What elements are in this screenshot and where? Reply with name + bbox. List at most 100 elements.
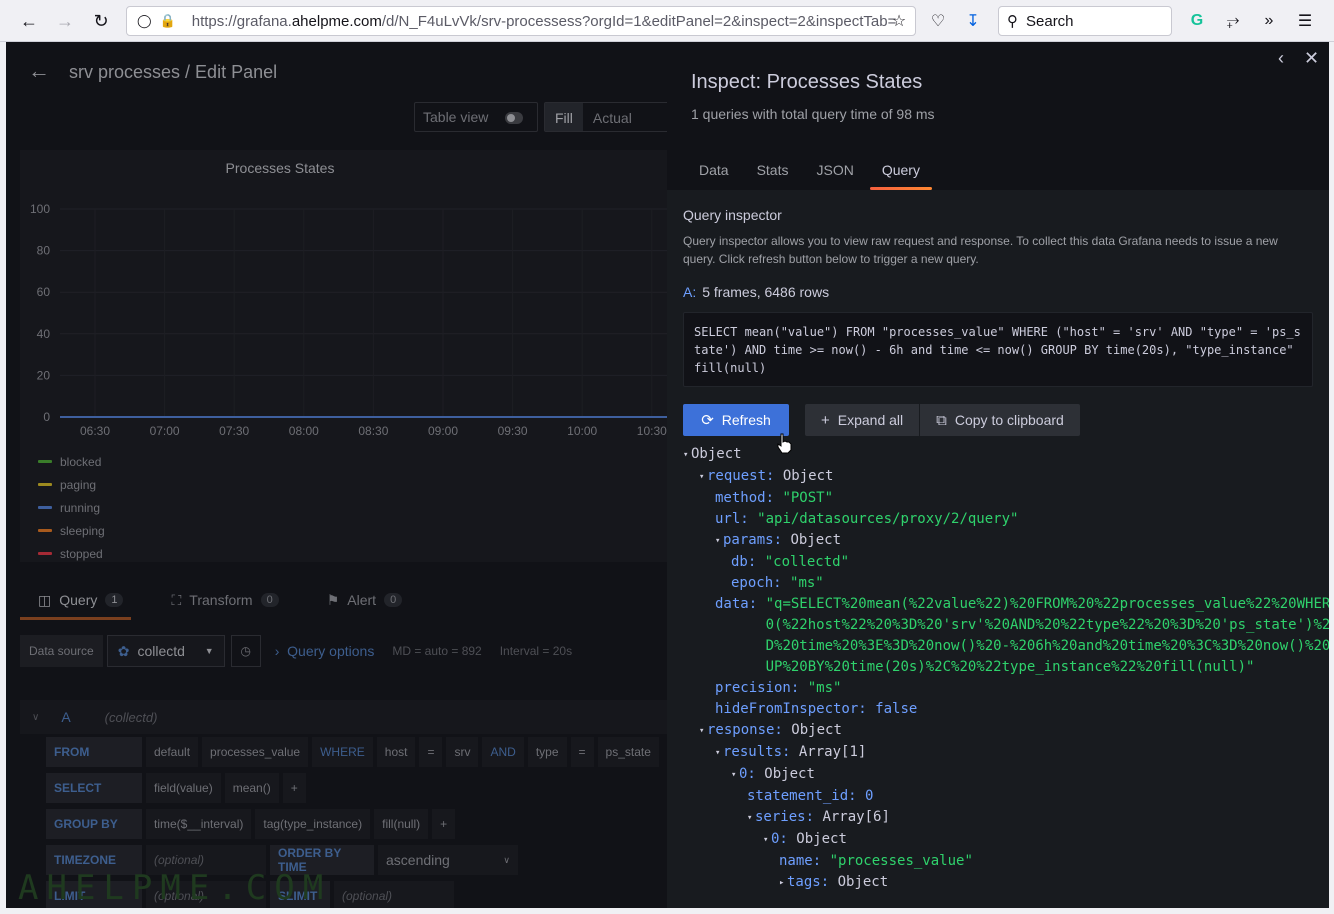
x-tick-label: 10:00 [567,424,597,438]
query-segment[interactable]: srv [446,737,479,767]
tree-node[interactable]: ▾ request: Object [683,466,1329,488]
shield-icon[interactable]: ◯ [137,13,152,29]
datasource-label: Data source [20,635,103,667]
query-segment[interactable]: type [527,737,567,767]
tab-transform[interactable]: ⛶ Transform 0 [153,582,282,618]
tab-query[interactable]: ◫ Query 1 [20,582,132,620]
chevron-left-icon[interactable]: ‹ [1278,48,1284,69]
tab-data[interactable]: Data [687,158,741,190]
copy-clipboard-button[interactable]: ⧉ Copy to clipboard [920,404,1080,436]
query-icon: ◫ [38,591,52,608]
tree-node[interactable]: ▾ results: Array[1] [683,742,1329,764]
legend-item[interactable]: sleeping [38,519,105,542]
legend-item[interactable]: paging [38,473,105,496]
pocket-icon[interactable]: ♡ [927,10,949,32]
tab-label: Alert [347,592,377,608]
query-segment[interactable]: processes_value [202,737,309,767]
tab-label: Transform [189,592,253,608]
datasource-row: Data source ✿ collectd ▼ ◷ › Query options… [20,634,572,668]
grammarly-icon[interactable]: G [1186,10,1208,32]
query-history-icon[interactable]: ◷ [230,635,261,667]
query-select-line: SELECT field(value) mean() + [46,772,306,804]
window-edge-right [1329,42,1334,914]
y-tick-label: 80 [37,244,51,258]
query-segment[interactable]: + [432,809,456,839]
browser-search-input[interactable]: ⚲ Search [998,6,1172,36]
query-segment[interactable]: time($__interval) [146,809,252,839]
query-segment[interactable]: = [570,737,594,767]
tab-query[interactable]: Query [869,158,933,190]
tab-stats[interactable]: Stats [745,158,801,190]
hamburger-menu-icon[interactable]: ☰ [1294,10,1316,32]
legend-item[interactable]: blocked [38,450,105,473]
query-letter: A [61,709,71,725]
fill-actual-switch[interactable]: Fill Actual [544,102,667,132]
query-options-button[interactable]: › Query options [275,643,375,659]
lock-icon[interactable]: 🔒 [160,13,176,29]
slimit-input[interactable]: (optional) [334,881,454,908]
back-arrow-icon[interactable]: ← [28,58,50,84]
url-bar[interactable]: ◯ 🔒 https://grafana.ahelpme.com/d/N_F4uL… [126,6,916,36]
query-segment[interactable]: fill(null) [374,809,429,839]
url-text[interactable]: https://grafana.ahelpme.com/d/N_F4uLvVk/… [192,13,897,30]
query-section-label: SELECT [46,773,142,803]
query-sql: SELECT mean("value") FROM "processes_val… [683,312,1313,387]
window-edge-bottom [0,908,1334,914]
tree-node[interactable]: ▾ series: Array[6] [683,807,1329,829]
overflow-chevron-icon[interactable]: » [1258,10,1280,32]
reload-icon[interactable]: ↻ [89,9,113,33]
x-tick-label: 09:30 [498,424,528,438]
tree-node: precision: "ms" [715,680,842,696]
toggle-switch[interactable] [505,112,523,124]
query-segment[interactable]: host [376,737,416,767]
query-section-label: FROM [46,737,142,767]
legend-label: stopped [60,546,103,561]
extension-icon[interactable]: ⥅ [1222,10,1244,32]
expand-all-button[interactable]: + Expand all [805,404,920,436]
tree-node: data: "q=SELECT%20mean(%22value%22)%20FR… [715,596,1329,675]
actual-button[interactable]: Actual [583,103,642,131]
copy-icon: ⧉ [936,411,947,429]
legend-item[interactable]: running [38,496,105,519]
query-segment[interactable]: tag(type_instance) [255,809,371,839]
datasource-select[interactable]: ✿ collectd ▼ [106,635,225,667]
query-segment[interactable]: = [419,737,443,767]
tree-node[interactable]: ▾ params: Object [683,530,1329,552]
query-keyword[interactable]: AND [482,737,524,767]
query-keyword[interactable]: WHERE [312,737,373,767]
close-icon[interactable]: ✕ [1304,48,1319,69]
y-tick-label: 20 [37,368,51,382]
query-from-line: FROM default processes_value WHERE host = srv A… [46,736,659,768]
tab-count-badge: 0 [384,593,403,607]
legend-item[interactable]: stopped [38,542,105,565]
tree-node[interactable]: ▸ tags: Object [683,872,1329,894]
tree-node[interactable]: ▾ response: Object [683,720,1329,742]
bookmark-star-icon[interactable]: ☆ [888,10,910,32]
x-tick-label: 06:30 [80,424,110,438]
query-segment[interactable]: + [282,773,306,803]
query-segment[interactable]: default [146,737,199,767]
inspect-title: Inspect: Processes States [691,71,923,93]
download-icon[interactable]: ↧ [962,10,984,32]
tree-node[interactable]: ▾ 0: Object [683,764,1329,786]
tab-alert[interactable]: ⚑ Alert 0 [309,582,406,618]
chart-title: Processes States [225,160,335,176]
tree-node[interactable]: ▾ 0: Object [683,829,1329,851]
query-groupby-line: GROUP BY time($__interval) tag(type_instan… [46,808,456,840]
line-chart: 100 80 60 40 20 0 06:30 07:00 07:30 08:00 08:30 09:… [30,202,667,438]
order-select[interactable]: ascending ∨ [378,845,518,875]
tab-json[interactable]: JSON [804,158,865,190]
forward-arrow-icon[interactable]: → [53,9,77,33]
chevron-down-icon[interactable]: ∨ [32,712,39,723]
query-segment[interactable]: ps_state [597,737,659,767]
y-tick-label: 60 [37,285,51,299]
legend-swatch [38,552,52,555]
y-tick-label: 40 [37,327,51,341]
query-segment[interactable]: mean() [224,773,279,803]
refresh-icon: ⟳ [701,412,714,429]
back-arrow-icon[interactable]: ← [17,9,41,33]
fill-button[interactable]: Fill [545,103,583,131]
query-segment[interactable]: field(value) [146,773,221,803]
query-row-header[interactable]: ∨ A (collectd) [20,700,667,734]
table-view-toggle[interactable]: Table view [414,102,538,132]
